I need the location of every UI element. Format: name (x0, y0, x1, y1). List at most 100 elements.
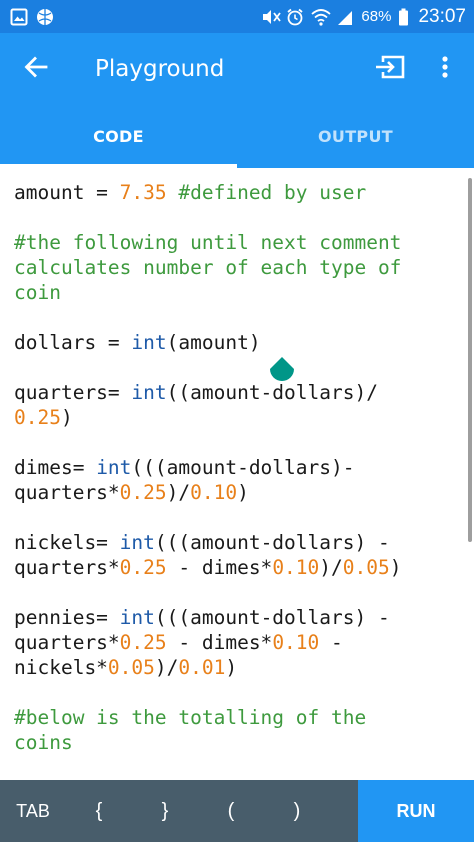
code-number: 0.05 (342, 556, 390, 579)
tab-output[interactable]: OUTPUT (237, 105, 474, 168)
code-text: (((amount-dollars) - (154, 531, 390, 554)
keyboard-accessory-bar: TAB { } ( ) RUN (0, 780, 474, 842)
input-button[interactable] (364, 33, 416, 105)
code-text: - (319, 631, 343, 654)
code-text: quarters* (14, 556, 120, 579)
more-vert-icon (441, 55, 449, 83)
code-text: quarters* (14, 631, 120, 654)
close-brace-key[interactable]: } (132, 780, 198, 842)
code-keyword: int (131, 331, 167, 354)
tab-bar: CODE OUTPUT (0, 105, 474, 168)
clock: 23:07 (418, 5, 466, 27)
back-button[interactable] (0, 33, 72, 105)
input-icon (374, 54, 406, 84)
code-keyword: int (119, 606, 155, 629)
code-number: 0.10 (190, 481, 238, 504)
app-bar: Playground (0, 33, 474, 105)
code-text: ) (225, 656, 238, 679)
status-right: 68% 23:07 (261, 6, 466, 28)
code-comment: calculates number of each type of (14, 256, 402, 279)
code-line: coin (14, 280, 474, 305)
code-number: 0.01 (178, 656, 226, 679)
alarm-icon (286, 8, 304, 26)
code-number: 0.25 (119, 631, 167, 654)
more-options-button[interactable] (416, 33, 474, 105)
code-line: #below is the totalling of the (14, 705, 474, 730)
close-paren-key[interactable]: ) (264, 780, 330, 842)
code-comment: #below is the totalling of the (14, 706, 367, 729)
code-text: (((amount-dollars)- (131, 456, 355, 479)
code-comment: coin (14, 281, 61, 304)
code-text: - dimes* (166, 556, 273, 579)
ball-icon (36, 8, 54, 26)
code-number: 0.05 (107, 656, 155, 679)
code-text: )/ (154, 656, 179, 679)
code-text: ) (60, 406, 73, 429)
code-text: quarters= (14, 381, 132, 404)
code-text: quarters* (14, 481, 120, 504)
code-line: 0.25) (14, 405, 474, 430)
key-row: TAB { } ( ) (0, 780, 358, 842)
code-line: quarters= int((amount-dollars)/ (14, 380, 474, 405)
code-number: 0.25 (119, 481, 167, 504)
code-line: nickels*0.05)/0.01) (14, 655, 474, 680)
tab-code[interactable]: CODE (0, 105, 237, 168)
battery-percentage: 68% (361, 8, 392, 25)
wifi-icon (311, 8, 332, 26)
code-text: (amount) (166, 331, 261, 354)
code-comment: #defined by user (166, 181, 367, 204)
code-text: dollars = (14, 331, 132, 354)
code-line: calculates number of each type of (14, 255, 474, 280)
gallery-icon (10, 8, 28, 26)
code-number: 0.25 (119, 556, 167, 579)
code-number: 0.10 (272, 631, 320, 654)
run-button[interactable]: RUN (358, 780, 474, 842)
open-paren-key[interactable]: ( (198, 780, 264, 842)
code-line: pennies= int(((amount-dollars) - (14, 605, 474, 630)
code-keyword: int (96, 456, 132, 479)
code-line: amount = 7.35 #defined by user (14, 180, 474, 205)
code-line: coins (14, 730, 474, 755)
code-comment: #the following until next comment (14, 231, 402, 254)
code-keyword: int (119, 531, 155, 554)
code-text: )/ (319, 556, 343, 579)
code-text: amount = (14, 181, 120, 204)
battery-icon (398, 8, 409, 26)
code-text: )/ (166, 481, 191, 504)
scrollbar[interactable] (468, 178, 472, 542)
code-editor[interactable]: amount = 7.35 #defined by user #the follo… (0, 168, 474, 780)
open-brace-key[interactable]: { (66, 780, 132, 842)
code-text: (((amount-dollars) - (154, 606, 390, 629)
code-line: quarters*0.25 - dimes*0.10)/0.05) (14, 555, 474, 580)
page-title: Playground (95, 56, 225, 82)
signal-icon (336, 8, 354, 26)
code-text: ) (237, 481, 249, 504)
code-line: quarters*0.25)/0.10) (14, 480, 474, 505)
code-text: nickels= (14, 531, 120, 554)
code-keyword: int (131, 381, 167, 404)
code-comment: coins (14, 731, 73, 754)
code-text: pennies= (14, 606, 120, 629)
code-text: nickels* (14, 656, 108, 679)
code-number: 0.25 (14, 406, 61, 429)
code-number: 0.10 (272, 556, 320, 579)
text-cursor-handle[interactable] (268, 356, 296, 388)
code-line: dimes= int(((amount-dollars)- (14, 455, 474, 480)
code-line: #the following until next comment (14, 230, 474, 255)
code-line: nickels= int(((amount-dollars) - (14, 530, 474, 555)
status-left (10, 8, 54, 26)
code-text: - dimes* (166, 631, 273, 654)
code-line: dollars = int(amount) (14, 330, 474, 355)
mute-icon (261, 8, 282, 26)
tab-key[interactable]: TAB (0, 780, 66, 842)
code-line: quarters*0.25 - dimes*0.10 - (14, 630, 474, 655)
code-text: ) (389, 556, 402, 579)
code-text: dimes= (14, 456, 97, 479)
